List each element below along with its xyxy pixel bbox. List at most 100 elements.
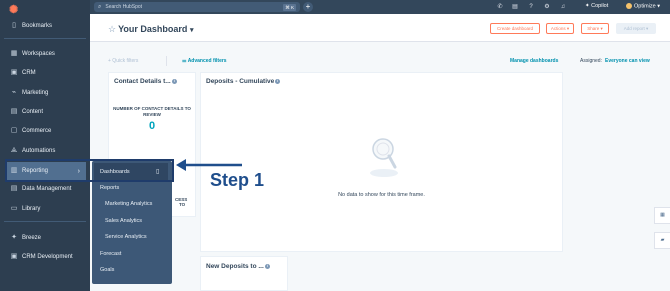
crm-icon: ▣ xyxy=(10,69,18,76)
sidebar-item-label: Library xyxy=(22,206,41,212)
filter-bar: + Quick filters ⚌ Advanced filters Manag… xyxy=(90,42,670,70)
empty-state-magnifier-icon xyxy=(370,138,398,177)
search-icon: ⌕ xyxy=(98,3,102,10)
sidebar-item-commerce[interactable]: ▢ Commerce xyxy=(0,122,90,140)
sidebar-item-crm[interactable]: ▣ CRM xyxy=(0,64,90,82)
crm-development-icon: ▣ xyxy=(10,253,18,260)
info-icon[interactable]: i xyxy=(171,79,177,84)
actions-button[interactable]: Actions ▾ xyxy=(546,23,574,34)
account-menu[interactable]: Optimize ▾ xyxy=(626,3,660,9)
annotation-step-label: Step 1 xyxy=(210,170,265,190)
data-management-icon: ▤ xyxy=(10,185,18,192)
quick-filters-button[interactable]: + Quick filters xyxy=(108,58,138,64)
metric-label: NUMBER OF CONTACT DETAILS TO REVIEW xyxy=(113,106,191,117)
advanced-filters-label: Advanced filters xyxy=(187,58,227,64)
sidebar-item-automations[interactable]: ⟁ Automations xyxy=(0,142,90,160)
assigned-label: Assigned: xyxy=(580,58,602,64)
annotation-highlight-box xyxy=(5,159,174,182)
advanced-filters-button[interactable]: ⚌ Advanced filters xyxy=(182,58,227,64)
card-title: Deposits - Cumulative i xyxy=(206,78,281,85)
sidebar-item-data-management[interactable]: ▤ Data Management xyxy=(0,180,90,198)
add-icon[interactable]: + xyxy=(303,2,313,12)
manage-dashboards-link[interactable]: Manage dashboards xyxy=(510,58,558,64)
partial-label: TO xyxy=(179,202,186,207)
account-label: Optimize xyxy=(634,3,656,10)
sidebar-item-label: Commerce xyxy=(22,128,52,134)
submenu-item-goals[interactable]: Goals xyxy=(100,267,114,273)
add-report-button[interactable]: Add report ▾ xyxy=(616,23,656,34)
card-title-text: Deposits - Cumulative xyxy=(206,78,275,85)
search-placeholder: Search HubSpot xyxy=(105,4,143,10)
dashboard-title-text: Your Dashboard xyxy=(118,24,188,34)
copilot-button[interactable]: ✦ Copilot xyxy=(585,3,608,9)
submenu-item-reports[interactable]: Reports xyxy=(100,185,119,191)
top-navigation-bar: ⌕ Search HubSpot ⌘ K + ✆ ▤ ? ⚙ ♫ ✦ Copil… xyxy=(90,0,670,14)
library-icon: ▭ xyxy=(10,205,18,212)
sidebar-item-label: Automations xyxy=(22,148,56,154)
card-title: New Deposits to ... i xyxy=(206,263,270,270)
info-icon[interactable]: i xyxy=(264,264,270,269)
marketplace-icon[interactable]: ▤ xyxy=(511,3,519,11)
submenu-item-service-analytics[interactable]: Service Analytics xyxy=(105,234,147,240)
sidebar-item-label: Data Management xyxy=(22,186,72,192)
search-input[interactable]: ⌕ Search HubSpot ⌘ K xyxy=(94,2,300,12)
bookmark-icon: ▯ xyxy=(12,22,16,29)
submenu-item-forecast[interactable]: Forecast xyxy=(100,251,121,257)
filter-divider xyxy=(166,56,167,66)
sidebar-item-workspaces[interactable]: ▦ Workspaces xyxy=(0,45,90,63)
chat-icon: ▰ xyxy=(660,237,665,243)
workspaces-icon: ▦ xyxy=(10,50,18,57)
side-panel-tab[interactable]: ▦ xyxy=(654,207,670,224)
avatar xyxy=(626,3,632,9)
star-icon[interactable]: ☆ xyxy=(108,24,116,34)
search-shortcut: ⌘ K xyxy=(283,3,296,11)
copilot-icon: ✦ xyxy=(585,3,590,9)
sidebar-item-content[interactable]: ▤ Content xyxy=(0,103,90,121)
sidebar-divider xyxy=(4,221,86,222)
hubspot-logo-icon[interactable]: ✺ xyxy=(9,3,21,16)
sidebar-item-label: Marketing xyxy=(22,90,49,96)
sidebar-divider xyxy=(4,38,86,39)
commerce-icon: ▢ xyxy=(10,127,18,134)
copilot-label: Copilot xyxy=(591,3,609,9)
info-icon[interactable]: i xyxy=(275,79,281,84)
sidebar-item-label: CRM Development xyxy=(22,254,73,260)
sidebar-item-label: Bookmarks xyxy=(22,23,53,29)
card-title: Contact Details t... i xyxy=(114,78,177,85)
sidebar: ✺ ▯ Bookmarks ▦ Workspaces ▣ CRM ⌁ Marke… xyxy=(0,0,90,291)
deposits-cumulative-card: Deposits - Cumulative i No data to show f… xyxy=(200,72,563,252)
settings-icon[interactable]: ⚙ xyxy=(543,3,551,11)
sidebar-item-breeze[interactable]: ✦ Breeze xyxy=(0,229,90,247)
share-button[interactable]: Share ▾ xyxy=(581,23,609,34)
sidebar-item-bookmarks[interactable]: ▯ Bookmarks xyxy=(0,17,90,35)
chat-tab[interactable]: ▰ xyxy=(654,232,670,249)
sidebar-item-label: Content xyxy=(22,109,44,115)
new-deposits-card: New Deposits to ... i xyxy=(200,256,288,291)
dashboard-header: ☆ Your Dashboard ▾ Create dashboard Actio… xyxy=(90,14,670,42)
sidebar-item-label: CRM xyxy=(22,70,36,76)
grid-icon: ▦ xyxy=(660,212,665,218)
automations-icon: ⟁ xyxy=(10,147,18,154)
content-icon: ▤ xyxy=(10,108,18,115)
submenu-item-marketing-analytics[interactable]: Marketing Analytics xyxy=(105,201,152,207)
notifications-icon[interactable]: ♫ xyxy=(559,3,567,11)
empty-state-text: No data to show for this time frame. xyxy=(338,192,425,198)
sidebar-item-label: Workspaces xyxy=(22,51,55,57)
card-title-text: Contact Details t... xyxy=(114,78,171,85)
sidebar-item-marketing[interactable]: ⌁ Marketing xyxy=(0,84,90,102)
breeze-icon: ✦ xyxy=(11,234,17,241)
create-dashboard-button[interactable]: Create dashboard xyxy=(490,23,540,34)
metric-value[interactable]: 0 xyxy=(109,120,195,132)
sidebar-item-crm-development[interactable]: ▣ CRM Development xyxy=(0,248,90,266)
dashboard-title[interactable]: ☆ Your Dashboard ▾ xyxy=(108,24,193,35)
assigned-value-link[interactable]: Everyone can view xyxy=(605,58,650,64)
chevron-down-icon: ▾ xyxy=(189,27,194,34)
sidebar-item-label: Breeze xyxy=(22,235,42,241)
phone-icon[interactable]: ✆ xyxy=(496,3,504,11)
marketing-icon: ⌁ xyxy=(11,89,17,96)
sidebar-item-library[interactable]: ▭ Library xyxy=(0,200,90,218)
chevron-down-icon: ▾ xyxy=(657,3,660,10)
submenu-item-sales-analytics[interactable]: Sales Analytics xyxy=(105,218,142,224)
help-icon[interactable]: ? xyxy=(527,3,535,11)
card-title-text: New Deposits to ... xyxy=(206,263,264,270)
